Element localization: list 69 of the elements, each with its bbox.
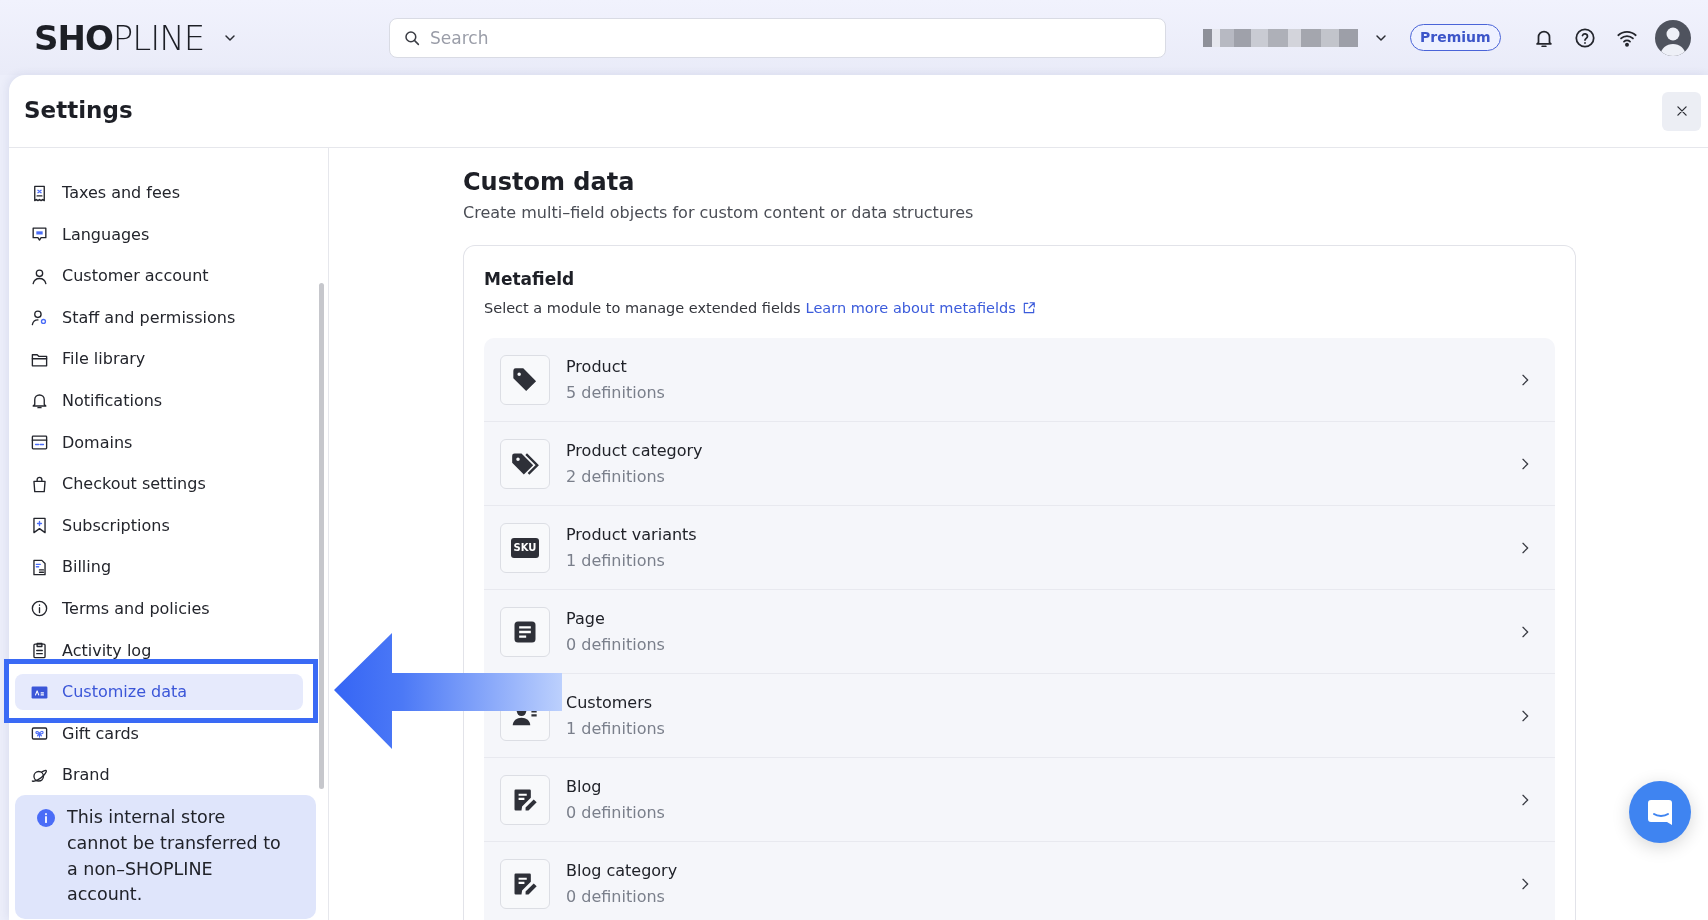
module-name: Product category (566, 439, 703, 462)
close-icon (1674, 104, 1689, 118)
module-row[interactable]: Blog 0 definitions (484, 758, 1555, 842)
page-title: Custom data (463, 167, 635, 198)
scrollbar-thumb[interactable] (319, 283, 324, 789)
page-subtitle: Create multi–field objects for custom content or data structures (463, 202, 974, 224)
sidebar-item[interactable]: Subscriptions (15, 507, 303, 544)
sidebar-item[interactable]: Brand (15, 757, 303, 794)
module-name: Customers (566, 691, 654, 714)
document-icon (500, 606, 550, 657)
module-row[interactable]: Page 0 definitions (484, 590, 1555, 674)
chat-bubble-icon (1645, 797, 1675, 827)
bell-icon (30, 391, 49, 411)
help-icon[interactable] (1573, 26, 1596, 49)
module-row[interactable]: Customers 1 definitions (484, 674, 1555, 758)
definition-count: 5 definitions (566, 381, 665, 404)
browser-window-icon (30, 433, 49, 453)
document-icon (30, 557, 49, 577)
definition-count: 0 definitions (566, 885, 666, 908)
person-icon (30, 266, 49, 286)
sidebar-item[interactable]: Terms and policies (15, 590, 303, 627)
shopping-bag-icon (30, 474, 49, 494)
definition-count: 0 definitions (566, 633, 665, 656)
notice-text: This internal store cannot be transferred to a non–SHOPLINE account. (67, 806, 282, 907)
plan-badge: Premium (1410, 24, 1501, 51)
brand-logo[interactable]: SHOPLINE (34, 20, 205, 55)
definition-count: 1 definitions (566, 549, 666, 572)
sku-icon: SKU (500, 522, 550, 573)
sidebar-item[interactable]: Customer account (15, 258, 303, 295)
definition-count: 2 definitions (566, 465, 666, 488)
definition-count: 0 definitions (566, 801, 665, 824)
edit-document-icon (500, 858, 550, 909)
module-name: Product (566, 355, 628, 378)
sidebar-item[interactable]: File library (15, 341, 303, 378)
module-row[interactable]: Blog category 0 definitions (484, 842, 1555, 920)
sidebar-item[interactable]: Customize data (15, 674, 303, 711)
tags-icon (500, 438, 550, 489)
module-row[interactable]: Product 5 definitions (484, 338, 1555, 422)
definition-count: 1 definitions (566, 717, 665, 740)
edit-document-icon (500, 774, 550, 825)
card-description: Select a module to manage extended fields (484, 299, 801, 318)
clipboard-icon (30, 641, 49, 661)
sidebar-item[interactable]: Notifications (15, 382, 303, 419)
module-name: Blog (566, 775, 603, 798)
module-name: Blog category (566, 859, 678, 882)
search-icon (403, 28, 421, 47)
module-row[interactable]: Product category 2 definitions (484, 422, 1555, 506)
module-name: Product variants (566, 523, 697, 546)
info-icon (30, 599, 49, 619)
sidebar-item[interactable]: Languages (15, 216, 303, 253)
sidebar-item[interactable]: Domains (15, 424, 303, 461)
sidebar-item[interactable]: Taxes and fees (15, 175, 303, 211)
sidebar-item[interactable]: Gift cards (15, 715, 303, 752)
sidebar-item[interactable]: Staff and permissions (15, 299, 303, 336)
sidebar-item[interactable]: Checkout settings (15, 466, 303, 503)
learn-more-link[interactable]: Learn more about metafields (805, 297, 1036, 319)
module-row[interactable]: SKU Product variants 1 definitions (484, 506, 1555, 590)
avatar-icon[interactable] (1654, 19, 1691, 56)
settings-title: Settings (24, 97, 133, 125)
tag-icon (500, 354, 550, 405)
bookmark-star-icon (30, 516, 49, 536)
sidebar-item[interactable]: Billing (15, 549, 303, 586)
person-gear-icon (30, 308, 49, 328)
search-field[interactable]: Search (389, 17, 1166, 58)
module-name: Page (566, 607, 606, 630)
sidebar-item[interactable]: Activity log (15, 632, 303, 669)
info-icon (37, 809, 55, 828)
card-title: Metafield (484, 268, 576, 291)
external-link-icon (1021, 301, 1036, 315)
